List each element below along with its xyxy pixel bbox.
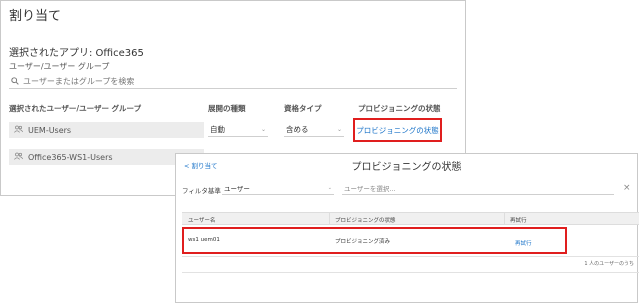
table-row: ws1 uem01 プロビジョニング済み 再試行 xyxy=(182,227,567,254)
selected-app-label: 選択されたアプリ: Office365 xyxy=(9,48,144,59)
column-divider xyxy=(329,213,330,224)
user-group-icon xyxy=(14,125,23,135)
clear-icon[interactable]: × xyxy=(623,183,631,193)
search-icon xyxy=(11,76,19,87)
retry-link[interactable]: 再試行 xyxy=(515,239,532,247)
column-header-deployment-type: 展開の種類 xyxy=(208,104,246,113)
row-divider xyxy=(182,256,639,257)
provisioning-status-dialog: プロビジョニングの状態 < 割り当て フィルタ基準 ユーザー ⌄ ユーザーを選択… xyxy=(175,153,639,303)
column-header-retry: 再試行 xyxy=(510,218,527,224)
entitlement-type-select[interactable]: 含める ⌄ xyxy=(284,123,344,137)
deployment-type-select[interactable]: 自動 ⌄ xyxy=(208,123,268,137)
dialog-title: プロビジョニングの状態 xyxy=(351,162,462,173)
user-group-search-input[interactable]: ユーザーまたはグループを検索 xyxy=(9,75,457,89)
filter-label: フィルタ基準 xyxy=(182,187,221,195)
column-header-selected-users: 選択されたユーザー/ユーザー グループ xyxy=(9,104,142,113)
row-divider xyxy=(182,272,639,273)
provisioning-status-link[interactable]: プロビジョニングの状態 xyxy=(353,118,442,142)
assigned-group-row: UEM-Users xyxy=(9,122,204,138)
user-name-cell: ws1 uem01 xyxy=(188,237,220,243)
user-group-icon xyxy=(14,152,23,162)
column-header-provisioning-status: プロビジョニングの状態 xyxy=(358,104,441,113)
user-group-label: ユーザー/ユーザー グループ xyxy=(9,62,110,71)
column-divider xyxy=(504,213,505,224)
status-cell: プロビジョニング済み xyxy=(335,239,391,245)
chevron-down-icon: ⌄ xyxy=(327,184,332,191)
search-placeholder: ユーザーまたはグループを検索 xyxy=(23,77,135,86)
table-header: ユーザー名 プロビジョニングの状態 再試行 xyxy=(182,212,639,225)
column-header-user-name: ユーザー名 xyxy=(188,218,216,224)
page-title: 割り当て xyxy=(9,9,62,24)
filter-select[interactable]: ユーザー ⌄ xyxy=(222,181,334,195)
back-to-assignment-link[interactable]: < 割り当て xyxy=(184,160,218,170)
filter-value: ユーザー xyxy=(224,184,250,193)
column-header-status: プロビジョニングの状態 xyxy=(335,218,396,224)
group-name: Office365-WS1-Users xyxy=(28,152,113,162)
deployment-type-value: 自動 xyxy=(210,125,225,134)
chevron-down-icon: ⌄ xyxy=(260,126,266,133)
chevron-down-icon: ⌄ xyxy=(336,126,342,133)
pagination-summary: 1 人のユーザーのうち xyxy=(584,261,634,267)
entitlement-type-value: 含める xyxy=(286,125,309,134)
group-name: UEM-Users xyxy=(28,125,72,135)
column-header-entitlement-type: 資格タイプ xyxy=(284,104,322,113)
user-select-input[interactable]: ユーザーを選択... xyxy=(342,181,614,195)
